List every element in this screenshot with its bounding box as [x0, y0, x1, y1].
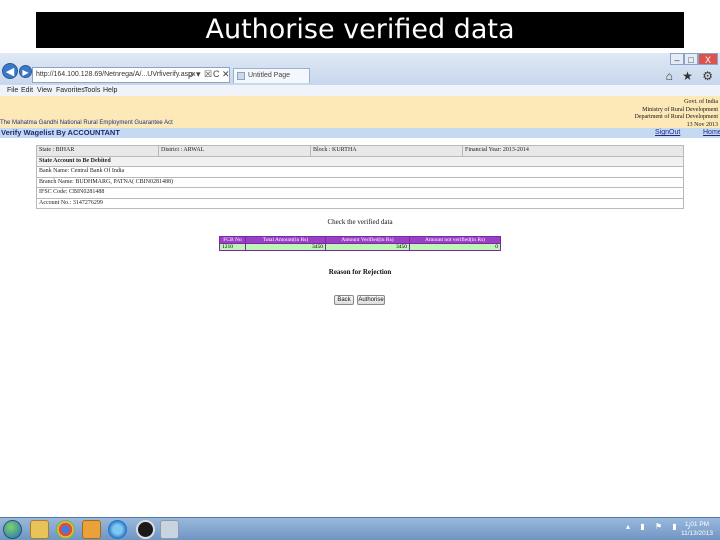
reason-for-rejection-label: Reason for Rejection	[328, 268, 392, 276]
menu-view[interactable]: View	[37, 85, 52, 96]
scheme-name: The Mahatma Gandhi National Rural Employ…	[0, 120, 173, 126]
menu-bar: File Edit View Favorites Tools Help	[0, 85, 720, 96]
amount-not-verified: 0	[409, 243, 501, 251]
amount-verified: 3450	[325, 243, 410, 251]
clock-date: 11/13/2013	[680, 530, 714, 537]
bank-name: Bank Name: Central Bank Of India	[36, 166, 684, 178]
tool-icon[interactable]	[160, 520, 179, 539]
chrome-icon[interactable]	[56, 520, 75, 539]
start-button[interactable]	[3, 520, 22, 539]
browser-tab[interactable]: Untitled Page	[233, 68, 310, 83]
folder-icon[interactable]	[30, 520, 49, 539]
stop-icon[interactable]: ✕	[222, 68, 230, 80]
account-info-table: State : BIHAR District : ARWAL Block : K…	[36, 145, 684, 209]
ifsc-code: IFSC Code: CBIN0281488	[36, 187, 684, 199]
menu-favorites[interactable]: Favorites	[56, 85, 85, 96]
tab-title: Untitled Page	[248, 72, 291, 79]
table-row: 1210 3450 3450 0	[219, 243, 501, 251]
back-arrow-icon[interactable]: ◀	[2, 63, 18, 79]
slide-title: Authorise verified data	[36, 12, 684, 48]
district-cell: District : ARWAL	[158, 145, 311, 157]
clock[interactable]: 1:01 PM 11/13/2013	[678, 520, 716, 538]
menu-edit[interactable]: Edit	[21, 85, 33, 96]
refresh-icon[interactable]: C	[213, 68, 220, 80]
verified-data-table: FCB No Total Amount(in Rs) Amount Verifi…	[219, 236, 501, 251]
block-cell: Block : KURTHA	[310, 145, 463, 157]
browser-screenshot: ◀ ▶ http://164.100.128.69/Netnrega/A/...…	[0, 53, 720, 540]
page-icon	[237, 72, 245, 80]
close-window-button[interactable]: X	[698, 53, 718, 65]
govt-info: Govt. of India Ministry of Rural Develop…	[635, 99, 718, 129]
column-header: Amount not verified(in Rs)	[409, 236, 501, 244]
home-link[interactable]: Home	[703, 128, 720, 138]
home-favorites-tools-icons[interactable]: ⌂ ★ ⚙	[666, 69, 716, 83]
menu-tools[interactable]: Tools	[84, 85, 100, 96]
total-amount: 3450	[245, 243, 326, 251]
table-row: State : BIHAR District : ARWAL Block : K…	[36, 145, 684, 157]
table-row: Bank Name: Central Bank Of India	[36, 166, 684, 178]
govt-line: Ministry of Rural Development	[642, 106, 718, 113]
slide: Authorise verified data ◀ ▶ http://164.1…	[0, 0, 720, 540]
site-header: Govt. of India Ministry of Rural Develop…	[0, 96, 720, 128]
page-title: Verify Wagelist By ACCOUNTANT	[1, 128, 120, 137]
minimize-button[interactable]: –	[670, 53, 684, 65]
column-header: Total Amount(in Rs)	[245, 236, 326, 244]
financial-year-cell: Financial Year: 2013-2014	[462, 145, 684, 157]
account-number: Account No.: 3147276299	[36, 197, 684, 209]
table-row: Branch Name: BUDHMARG, PATNA( CBIN028148…	[36, 176, 684, 188]
branch-name: Branch Name: BUDHMARG, PATNA( CBIN028148…	[36, 176, 684, 188]
table-header-row: FCB No Total Amount(in Rs) Amount Verifi…	[219, 236, 501, 244]
menu-help[interactable]: Help	[103, 85, 117, 96]
browser-toolbar: ◀ ▶ http://164.100.128.69/Netnrega/A/...…	[0, 53, 720, 85]
column-header: FCB No	[219, 236, 246, 244]
authorise-button[interactable]: Authorise	[357, 295, 385, 305]
menu-file[interactable]: File	[7, 85, 18, 96]
table-row: State Account to Be Debited	[36, 155, 684, 167]
table-row: Account No.: 3147276299	[36, 197, 684, 209]
fcb-number: 1210	[219, 243, 246, 251]
table-row: IFSC Code: CBIN0281488	[36, 187, 684, 199]
dropdown-icon[interactable]: ▾	[196, 68, 201, 80]
state-cell: State : BIHAR	[36, 145, 159, 157]
forward-arrow-icon[interactable]: ▶	[19, 65, 32, 78]
back-button[interactable]: Back	[334, 295, 354, 305]
compat-view-icon[interactable]: ☒	[204, 68, 212, 80]
media-player-icon[interactable]	[82, 520, 101, 539]
column-header: Amount Verified(in Rs)	[325, 236, 410, 244]
page-title-bar: Verify Wagelist By ACCOUNTANT SignOut Ho…	[0, 128, 720, 138]
nrega-logo	[0, 96, 120, 120]
app-icon[interactable]	[136, 520, 155, 539]
clock-time: 1:01 PM	[684, 521, 710, 528]
verified-data-title: Check the verified data	[327, 218, 393, 226]
taskbar: ▴ ▮ ⚑ ▮ ♪ 1:01 PM 11/13/2013	[0, 517, 720, 540]
maximize-button[interactable]: □	[684, 53, 698, 65]
search-icon[interactable]: ρ	[188, 68, 193, 80]
govt-line: Govt. of India	[684, 99, 718, 105]
signout-link[interactable]: SignOut	[655, 128, 680, 138]
internet-explorer-icon[interactable]	[108, 520, 127, 539]
section-label: State Account to Be Debited	[36, 155, 684, 167]
govt-line: Department of Rural Development	[634, 114, 718, 120]
